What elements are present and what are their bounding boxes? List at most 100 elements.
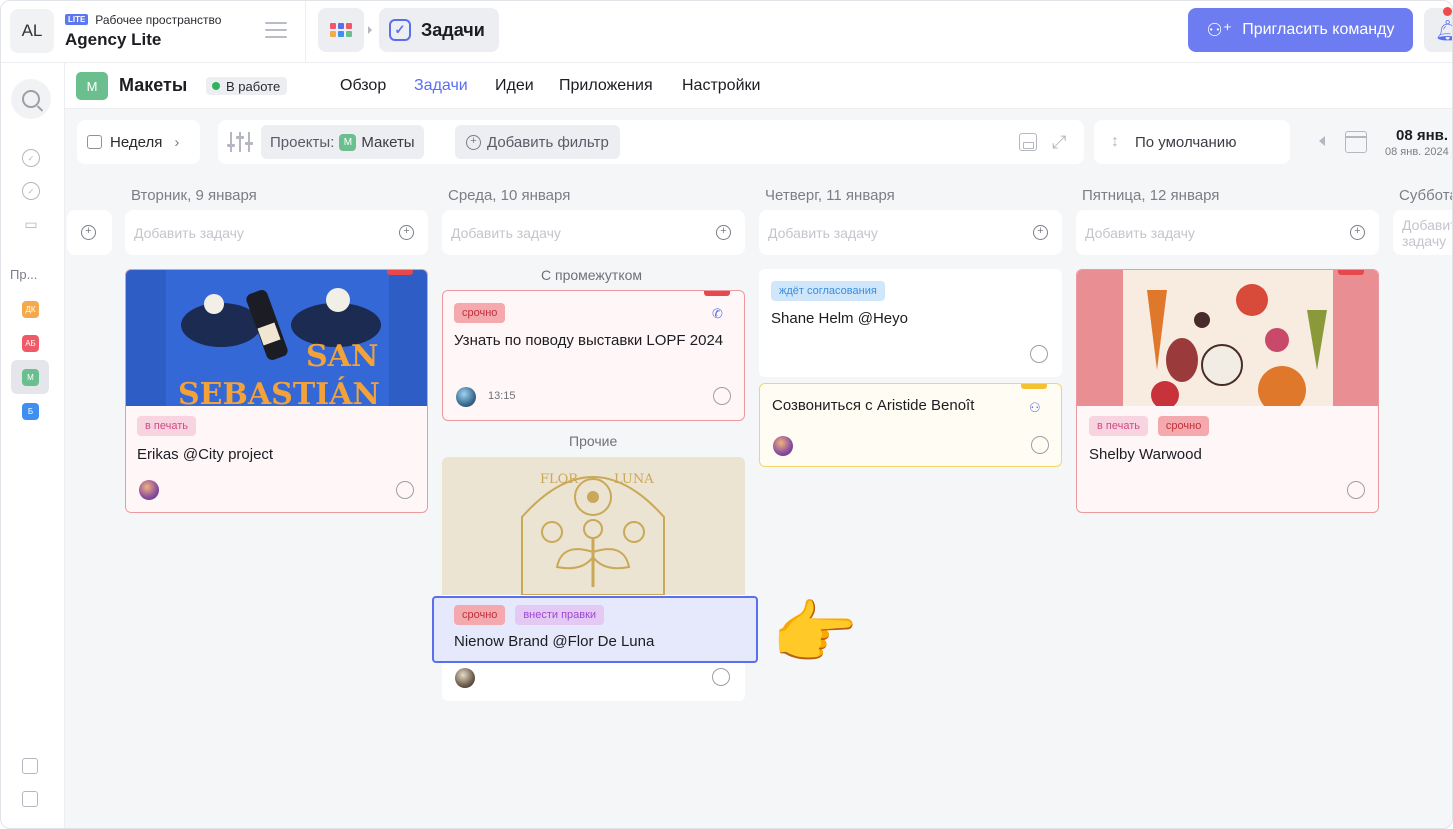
- workspace-switcher[interactable]: LITE Рабочее пространство Agency Lite: [65, 11, 221, 50]
- pointing-hand-icon: 👉: [771, 594, 859, 672]
- sort-label: По умолчанию: [1135, 133, 1237, 151]
- period-label: Неделя: [110, 133, 163, 151]
- folder-icon[interactable]: ▭: [22, 215, 40, 233]
- task-card-lopf[interactable]: срочно ✆ Узнать по поводу выставки LOPF …: [442, 290, 745, 421]
- current-date[interactable]: 08 янв.: [1396, 127, 1448, 144]
- sidebar-project-b[interactable]: Б: [22, 403, 39, 420]
- sort-arrows-icon: ↕: [1111, 133, 1119, 150]
- workspace-label: Рабочее пространство: [95, 13, 222, 27]
- task-card-erikas[interactable]: SAN SEBASTIÁN в печать Erikas @City proj…: [125, 269, 428, 513]
- add-task-input-saturday[interactable]: Добавить задачу: [1393, 210, 1452, 255]
- avatar: [456, 387, 476, 407]
- sidebar-project-m[interactable]: М: [22, 369, 39, 386]
- date-calendar-icon[interactable]: [1345, 131, 1367, 153]
- plus-icon: +: [81, 225, 96, 240]
- complete-task-checkbox[interactable]: [396, 481, 414, 499]
- left-sidebar: ✓ ✓ ▭ Пр... ДК АБ М Б: [1, 63, 65, 828]
- current-date-sub: 08 янв. 2024: [1385, 146, 1449, 158]
- breadcrumb-arrow-icon: [368, 26, 372, 34]
- expand-icon[interactable]: ⤢: [1052, 132, 1066, 153]
- lite-badge: LITE: [65, 14, 89, 25]
- badge-awaiting-approval: ждёт согласования: [771, 281, 885, 301]
- task-card-shane[interactable]: ждёт согласования Shane Helm @Heyo: [759, 269, 1062, 377]
- plus-icon: +: [1350, 225, 1365, 240]
- sidebar-project-dk[interactable]: ДК: [22, 301, 39, 318]
- add-task-input-tuesday[interactable]: Добавить задачу +: [125, 210, 428, 255]
- column-title-wednesday: Среда, 10 января: [448, 187, 571, 204]
- tab-overview[interactable]: Обзор: [340, 77, 386, 95]
- column-title-friday: Пятница, 12 января: [1082, 187, 1220, 204]
- task-card-flor[interactable]: FLOR LUNA: [442, 457, 745, 701]
- top-bar: AL LITE Рабочее пространство Agency Lite…: [1, 1, 1452, 63]
- badge-urgent: срочно: [454, 303, 506, 323]
- complete-task-checkbox[interactable]: [1031, 436, 1049, 454]
- complete-task-checkbox[interactable]: [1347, 481, 1365, 499]
- filter-value: Макеты: [361, 133, 415, 151]
- task-card-aristide[interactable]: Созвониться с Aristide Benoît ⚇: [759, 383, 1062, 467]
- avatar: [773, 436, 793, 456]
- search-button[interactable]: [11, 79, 51, 119]
- phone-icon: ✆: [712, 306, 723, 321]
- add-task-placeholder: Добавить задачу: [768, 224, 878, 241]
- invite-team-button[interactable]: ⚇⁺ Пригласить команду: [1188, 8, 1413, 52]
- period-selector[interactable]: Неделя ›: [77, 120, 200, 164]
- card-badges: в печать: [137, 416, 202, 436]
- inbox-icon[interactable]: [22, 791, 38, 807]
- badge-print: в печать: [1089, 416, 1148, 436]
- card-title: Erikas @City project: [137, 446, 274, 463]
- filter-project-icon: М: [339, 133, 357, 151]
- calendar-icon: [87, 135, 102, 149]
- add-task-input-friday[interactable]: Добавить задачу +: [1076, 210, 1379, 255]
- bell-icon: 🔔︎: [1435, 18, 1452, 43]
- search-icon: [22, 90, 40, 108]
- dragged-task-card[interactable]: срочно внести правки Nienow Brand @Flor …: [432, 596, 758, 663]
- save-filter-icon[interactable]: [1019, 133, 1037, 151]
- complete-task-checkbox[interactable]: [712, 668, 730, 686]
- workspace-avatar[interactable]: AL: [10, 9, 54, 53]
- complete-task-checkbox[interactable]: [1030, 345, 1048, 363]
- archive-icon[interactable]: [22, 758, 38, 774]
- add-filter-label: Добавить фильтр: [487, 133, 609, 151]
- app-window: AL LITE Рабочее пространство Agency Lite…: [0, 0, 1453, 829]
- task-card-shelby[interactable]: в печать срочно Shelby Warwood: [1076, 269, 1379, 513]
- task-time: 13:15: [488, 390, 516, 402]
- previous-day-add[interactable]: +: [67, 210, 112, 255]
- add-filter-button[interactable]: + Добавить фильтр: [455, 125, 620, 159]
- filter-bar: Проекты: М Макеты + Добавить фильтр ⤢: [218, 120, 1084, 164]
- card-cover-image: SAN SEBASTIÁN: [126, 270, 427, 412]
- card-title: Узнать по поводу выставки LOPF 2024: [454, 332, 724, 349]
- project-icon: М: [76, 72, 108, 100]
- card-badges: ждёт согласования: [771, 281, 891, 301]
- badge-needs-edits: внести правки: [515, 605, 605, 625]
- group-label-gap: С промежутком: [541, 267, 643, 283]
- project-name: Макеты: [119, 75, 188, 95]
- breadcrumb-current[interactable]: ✓ Задачи: [379, 8, 499, 52]
- menu-icon[interactable]: [265, 22, 287, 38]
- divider: [305, 1, 306, 63]
- sidebar-project-ab[interactable]: АБ: [22, 335, 39, 352]
- plus-icon: +: [716, 225, 731, 240]
- card-title: Shane Helm @Heyo: [771, 310, 908, 327]
- group-label-other: Прочие: [569, 433, 618, 449]
- sort-selector[interactable]: ↕ По умолчанию: [1094, 120, 1290, 164]
- apps-button[interactable]: [318, 8, 364, 52]
- tab-ideas[interactable]: Идеи: [495, 77, 534, 95]
- tab-settings[interactable]: Настройки: [682, 77, 760, 95]
- card-cover-image: FLOR LUNA: [442, 457, 745, 596]
- add-task-input-thursday[interactable]: Добавить задачу +: [759, 210, 1062, 255]
- my-tasks-icon[interactable]: ✓: [22, 149, 40, 167]
- complete-task-checkbox[interactable]: [713, 387, 731, 405]
- tab-apps[interactable]: Приложения: [559, 77, 653, 95]
- invite-team-label: Пригласить команду: [1242, 21, 1395, 38]
- tab-tasks[interactable]: Задачи: [414, 77, 468, 95]
- project-status[interactable]: В работе: [206, 77, 288, 95]
- projects-filter-chip[interactable]: Проекты: М Макеты: [261, 125, 424, 159]
- completed-icon[interactable]: ✓: [22, 182, 40, 200]
- notification-dot: [1443, 7, 1452, 16]
- people-icon: ⚇: [1029, 400, 1041, 415]
- filter-sliders-icon[interactable]: [227, 132, 253, 152]
- chevron-right-icon: ›: [174, 133, 180, 151]
- date-prev-icon[interactable]: [1319, 136, 1325, 146]
- svg-text:FLOR: FLOR: [540, 472, 579, 487]
- add-task-input-wednesday[interactable]: Добавить задачу +: [442, 210, 745, 255]
